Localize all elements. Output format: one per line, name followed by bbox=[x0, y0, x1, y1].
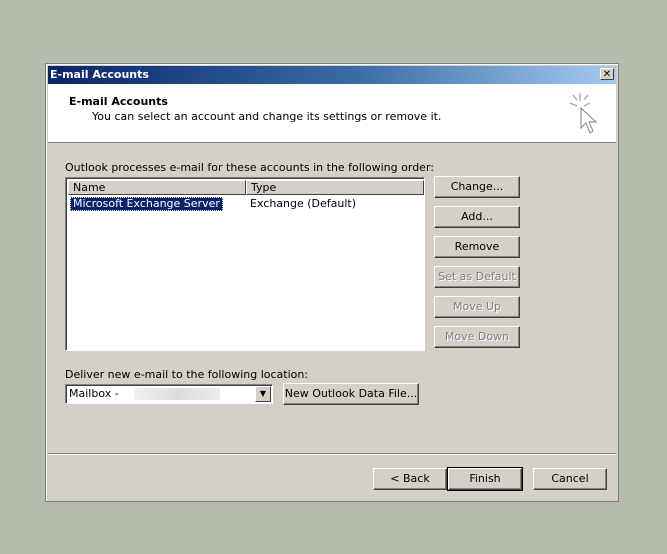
new-outlook-data-file-button[interactable]: New Outlook Data File... bbox=[283, 383, 419, 405]
move-up-button[interactable]: Move Up bbox=[434, 296, 520, 318]
accounts-intro-label: Outlook processes e-mail for these accou… bbox=[65, 161, 434, 174]
wizard-header: E-mail Accounts You can select an accoun… bbox=[48, 84, 616, 143]
column-header-name[interactable]: Name bbox=[68, 180, 246, 195]
deliver-location-label: Deliver new e-mail to the following loca… bbox=[65, 368, 309, 381]
header-title: E-mail Accounts bbox=[69, 95, 168, 108]
accounts-list[interactable]: Name Type Microsoft Exchange Server Exch… bbox=[65, 177, 425, 351]
header-subtitle: You can select an account and change its… bbox=[92, 110, 442, 123]
add-button[interactable]: Add... bbox=[434, 206, 520, 228]
deliver-location-select[interactable]: Mailbox - ▼ bbox=[65, 384, 273, 404]
wizard-cursor-icon bbox=[569, 93, 598, 134]
chevron-down-icon[interactable]: ▼ bbox=[255, 386, 271, 402]
move-down-button[interactable]: Move Down bbox=[434, 326, 520, 348]
set-as-default-button[interactable]: Set as Default bbox=[434, 266, 520, 288]
column-header-type[interactable]: Type bbox=[246, 180, 424, 195]
window-title: E-mail Accounts bbox=[50, 68, 149, 81]
deliver-location-value: Mailbox - bbox=[69, 387, 119, 400]
change-button[interactable]: Change... bbox=[434, 176, 520, 198]
remove-button[interactable]: Remove bbox=[434, 236, 520, 258]
finish-button[interactable]: Finish bbox=[447, 467, 523, 491]
footer-divider bbox=[48, 453, 616, 455]
email-accounts-dialog: E-mail Accounts ✕ E-mail Accounts You ca… bbox=[45, 63, 619, 502]
account-name-cell: Microsoft Exchange Server bbox=[70, 197, 223, 211]
back-button[interactable]: < Back bbox=[373, 468, 447, 490]
account-type-cell: Exchange (Default) bbox=[250, 197, 357, 210]
close-button[interactable]: ✕ bbox=[600, 68, 614, 80]
redacted-mailbox-name bbox=[134, 388, 220, 400]
cancel-button[interactable]: Cancel bbox=[533, 468, 607, 490]
close-icon: ✕ bbox=[602, 69, 612, 80]
title-bar[interactable]: E-mail Accounts ✕ bbox=[48, 66, 616, 84]
list-header: Name Type bbox=[68, 180, 424, 195]
